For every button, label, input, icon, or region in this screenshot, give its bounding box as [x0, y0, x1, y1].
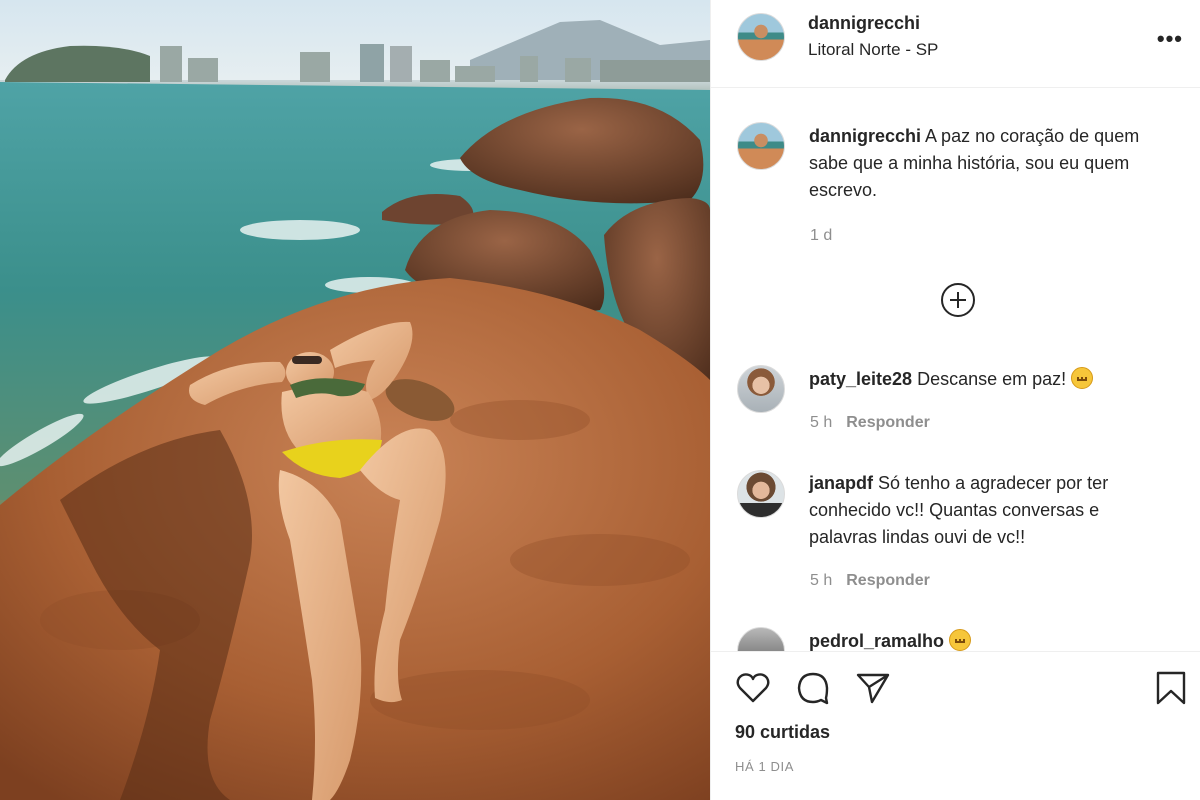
beach-rock-scene	[0, 0, 710, 800]
caption-username[interactable]: dannigrecchi	[809, 126, 921, 146]
smiley-emoji	[949, 629, 972, 651]
post-side-panel: dannigrecchi Litoral Norte - SP ••• dann…	[710, 0, 1200, 800]
comment-time[interactable]: 5 h	[810, 572, 832, 589]
more-options-icon[interactable]: •••	[1157, 26, 1183, 52]
reply-button[interactable]: Responder	[846, 414, 930, 431]
comment-item: pedrol_ramalho	[809, 628, 1169, 651]
comment-item: paty_leite28 Descanse em paz!	[809, 366, 1169, 393]
comment-meta: 5 h Responder	[810, 572, 930, 590]
comment-username[interactable]: janapdf	[809, 473, 873, 493]
pensive-face-emoji	[1071, 367, 1094, 389]
comment-icon[interactable]	[795, 670, 831, 706]
action-bar: 90 curtidas Há 1 dia	[711, 651, 1200, 800]
comment-item: janapdf Só tenho a agradecer por ter con…	[809, 470, 1169, 551]
author-avatar[interactable]	[737, 13, 785, 61]
post-header: dannigrecchi Litoral Norte - SP •••	[711, 0, 1200, 88]
comment-time[interactable]: 5 h	[810, 414, 832, 431]
post-photo[interactable]	[0, 0, 710, 800]
comment-username[interactable]: paty_leite28	[809, 369, 912, 389]
heart-icon[interactable]	[735, 670, 771, 706]
comment-avatar[interactable]	[737, 365, 785, 413]
send-icon[interactable]	[855, 670, 891, 706]
post-location[interactable]: Litoral Norte - SP	[808, 40, 938, 60]
caption-avatar[interactable]	[737, 122, 785, 170]
comment-avatar[interactable]	[737, 470, 785, 518]
caption: dannigrecchi A paz no coração de quem sa…	[809, 123, 1169, 204]
comment-avatar[interactable]	[737, 627, 785, 651]
comment-meta: 5 h Responder	[810, 414, 930, 432]
plus-circle-icon[interactable]	[941, 283, 975, 317]
comment-username[interactable]: pedrol_ramalho	[809, 631, 944, 651]
comment-text: Descanse em paz!	[917, 369, 1067, 389]
post-date[interactable]: Há 1 dia	[735, 759, 794, 774]
comments-list[interactable]: dannigrecchi A paz no coração de quem sa…	[711, 89, 1200, 651]
bookmark-icon[interactable]	[1153, 670, 1189, 706]
author-username[interactable]: dannigrecchi	[808, 13, 920, 34]
reply-button[interactable]: Responder	[846, 572, 930, 589]
caption-time[interactable]: 1 d	[810, 227, 832, 245]
likes-count[interactable]: 90 curtidas	[735, 722, 830, 743]
